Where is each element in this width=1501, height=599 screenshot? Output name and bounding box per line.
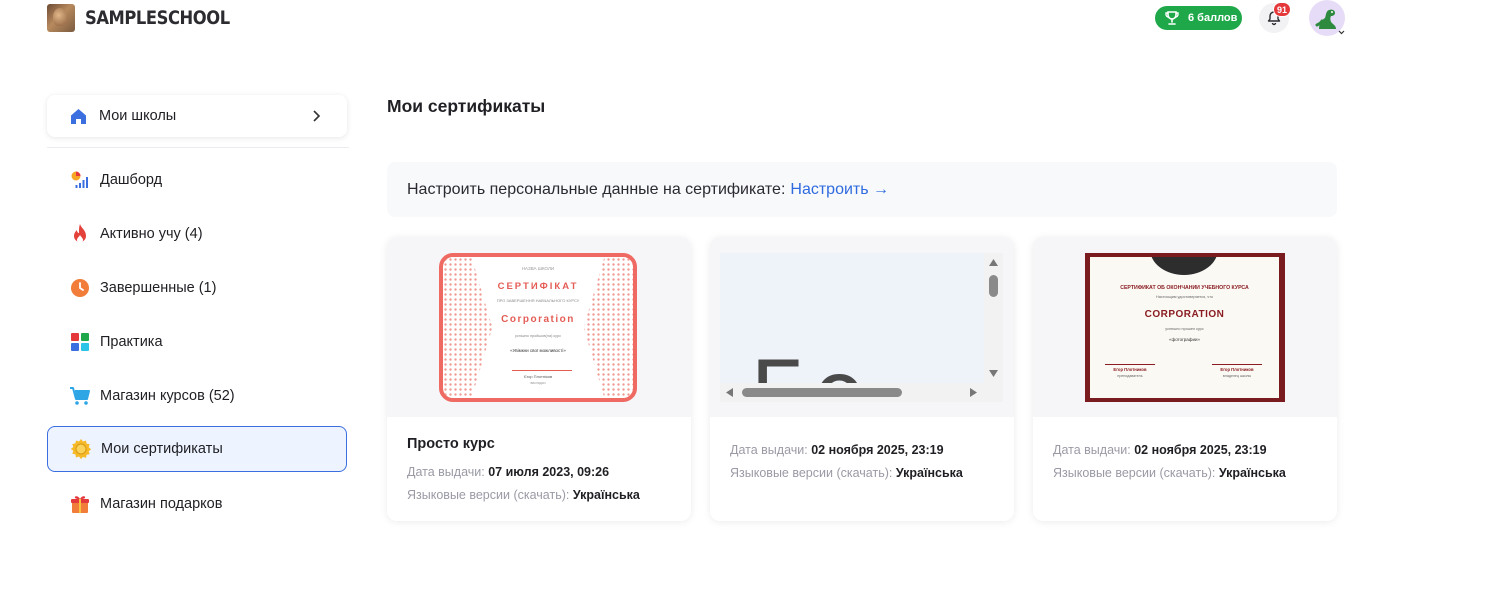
school-name: SAMPLESCHOOL [85, 7, 230, 29]
language-download-link[interactable]: Українська [896, 466, 963, 480]
issue-date-row: Дата выдачи: 02 ноября 2025, 23:19 [730, 443, 944, 457]
practice-grid-icon [69, 331, 91, 353]
language-label: Языковые версии (скачать): [1053, 466, 1216, 480]
issue-date-value: 07 июля 2023, 09:26 [488, 465, 610, 479]
language-row: Языковые версии (скачать): Українська [407, 488, 640, 502]
horizontal-scroll-thumb[interactable] [742, 388, 902, 397]
notifications-count-badge: 91 [1273, 2, 1292, 17]
issue-date-label: Дата выдачи: [407, 465, 485, 479]
cert-line: успішно пройшов(ла) курс [514, 334, 562, 338]
page-title: Мои сертификаты [387, 96, 546, 116]
language-label: Языковые версии (скачать): [730, 466, 893, 480]
scroll-down-arrow-icon[interactable] [988, 369, 999, 378]
cert-recipient: CORPORATION [1144, 309, 1225, 320]
chevron-down-icon[interactable] [1337, 28, 1346, 37]
certificate-scroll-frame[interactable]: Бо [720, 253, 1003, 402]
gift-icon [69, 493, 91, 515]
sidebar-item-active-learning[interactable]: Активно учу (4) [47, 211, 347, 257]
sidebar-item-practice[interactable]: Практика [47, 319, 347, 365]
sidebar-item-completed[interactable]: Завершенные (1) [47, 265, 347, 311]
horizontal-scrollbar[interactable] [720, 383, 1003, 402]
certificate-card[interactable]: Бо Дата выдачи: 02 ноября 2025, 23:19 Яз… [710, 237, 1014, 521]
issue-date-label: Дата выдачи: [1053, 443, 1131, 457]
trophy-icon [1165, 11, 1179, 25]
certificate-paper: СЕРТИФИКАТ ОБ ОКОНЧАНИИ УЧЕБНОГО КУРСА Н… [1090, 257, 1279, 398]
certificate-image: СЕРТИФИКАТ ОБ ОКОНЧАНИИ УЧЕБНОГО КУРСА Н… [1085, 253, 1285, 402]
language-download-link[interactable]: Українська [573, 488, 640, 502]
certificate-preview[interactable]: НАЗВА ШКОЛИ СЕРТИФІКАТ ПРО ЗАВЕРШЕННЯ НА… [387, 237, 691, 417]
issue-date-label: Дата выдачи: [730, 443, 808, 457]
chevron-right-icon [313, 110, 321, 122]
language-download-link[interactable]: Українська [1219, 466, 1286, 480]
sidebar-item-label: Активно учу (4) [100, 226, 203, 242]
cert-seal [1150, 257, 1218, 275]
issue-date-row: Дата выдачи: 07 июля 2023, 09:26 [407, 465, 609, 479]
dashboard-icon [69, 169, 91, 191]
certificate-image: НАЗВА ШКОЛИ СЕРТИФІКАТ ПРО ЗАВЕРШЕННЯ НА… [439, 253, 637, 402]
issue-date-row: Дата выдачи: 02 ноября 2025, 23:19 [1053, 443, 1267, 457]
sidebar-divider [47, 147, 349, 148]
sidebar-item-my-certificates[interactable]: Мои сертификаты [47, 426, 347, 472]
cert-signer: Егор Плотников [1113, 367, 1147, 372]
sidebar-item-label: Магазин курсов (52) [100, 388, 235, 404]
certificate-title: Просто курс [407, 436, 495, 452]
sidebar-item-label: Магазин подарков [100, 496, 223, 512]
cert-course: «Увімкни свої можливості» [510, 348, 566, 353]
personal-data-banner: Настроить персональные данные на сертифи… [387, 162, 1337, 217]
cert-school-name: НАЗВА ШКОЛИ [521, 266, 555, 271]
cert-course: «фотографии» [1168, 337, 1200, 342]
sidebar-item-label: Мои сертификаты [101, 441, 223, 457]
configure-link[interactable]: Настроить → [790, 181, 889, 199]
school-logo-image [47, 4, 75, 32]
cert-line: Настоящим удостоверяется, что [1155, 295, 1214, 299]
cert-subheading: ПРО ЗАВЕРШЕННЯ НАВЧАЛЬНОГО КУРСУ [496, 298, 580, 303]
cert-signer-role: владелец школы [1222, 374, 1252, 378]
issue-date-value: 02 ноября 2025, 23:19 [1134, 443, 1267, 457]
certificate-card[interactable]: НАЗВА ШКОЛИ СЕРТИФІКАТ ПРО ЗАВЕРШЕННЯ НА… [387, 237, 691, 521]
language-row: Языковые версии (скачать): Українська [730, 466, 963, 480]
sidebar-item-label: Завершенные (1) [100, 280, 217, 296]
school-logo[interactable]: SAMPLESCHOOL [47, 4, 253, 32]
certificate-preview[interactable]: СЕРТИФИКАТ ОБ ОКОНЧАНИИ УЧЕБНОГО КУРСА Н… [1033, 237, 1337, 417]
cert-signer: Єгор Плотніков [523, 374, 553, 379]
cert-large-text: Бо [750, 343, 870, 383]
cert-line: успешно прошел курс [1165, 327, 1204, 331]
home-icon [71, 108, 86, 124]
language-row: Языковые версии (скачать): Українська [1053, 466, 1286, 480]
certificate-preview[interactable]: Бо [710, 237, 1014, 417]
cert-heading: СЕРТИФІКАТ [497, 281, 579, 292]
points-badge[interactable]: 6 баллов [1155, 6, 1242, 30]
certificate-image: Бо [720, 253, 984, 383]
points-label: 6 баллов [1188, 12, 1238, 24]
fire-icon [69, 223, 91, 245]
signature-line [512, 370, 572, 371]
sidebar-item-label: Дашборд [100, 172, 163, 188]
my-schools-button[interactable]: Мои школы [47, 95, 347, 137]
scroll-up-arrow-icon[interactable] [988, 258, 999, 267]
cert-signer: Егор Плотников [1220, 367, 1254, 372]
my-schools-label: Мои школы [99, 108, 177, 124]
signature-line [1212, 364, 1262, 365]
issue-date-value: 02 ноября 2025, 23:19 [811, 443, 944, 457]
cert-signer-role: преподаватель [1117, 374, 1143, 378]
scroll-left-arrow-icon[interactable] [725, 387, 734, 398]
cert-heading: СЕРТИФИКАТ ОБ ОКОНЧАНИИ УЧЕБНОГО КУРСА [1120, 285, 1249, 291]
certificate-card[interactable]: СЕРТИФИКАТ ОБ ОКОНЧАНИИ УЧЕБНОГО КУРСА Н… [1033, 237, 1337, 521]
sidebar-item-dashboard[interactable]: Дашборд [47, 157, 347, 203]
sidebar-item-course-store[interactable]: Магазин курсов (52) [47, 373, 347, 419]
sidebar-item-label: Практика [100, 334, 163, 350]
certificate-badge-icon [70, 438, 92, 460]
cert-signer-role: викладач [530, 381, 546, 385]
cert-recipient: Corporation [501, 314, 575, 325]
clock-icon [69, 277, 91, 299]
banner-text: Настроить персональные данные на сертифи… [407, 180, 786, 198]
signature-line [1105, 364, 1155, 365]
language-label: Языковые версии (скачать): [407, 488, 570, 502]
cart-icon [69, 385, 91, 407]
vertical-scroll-thumb[interactable] [989, 275, 998, 297]
sidebar-item-gift-store[interactable]: Магазин подарков [47, 481, 347, 527]
vertical-scrollbar[interactable] [984, 253, 1003, 383]
scroll-right-arrow-icon[interactable] [969, 387, 978, 398]
